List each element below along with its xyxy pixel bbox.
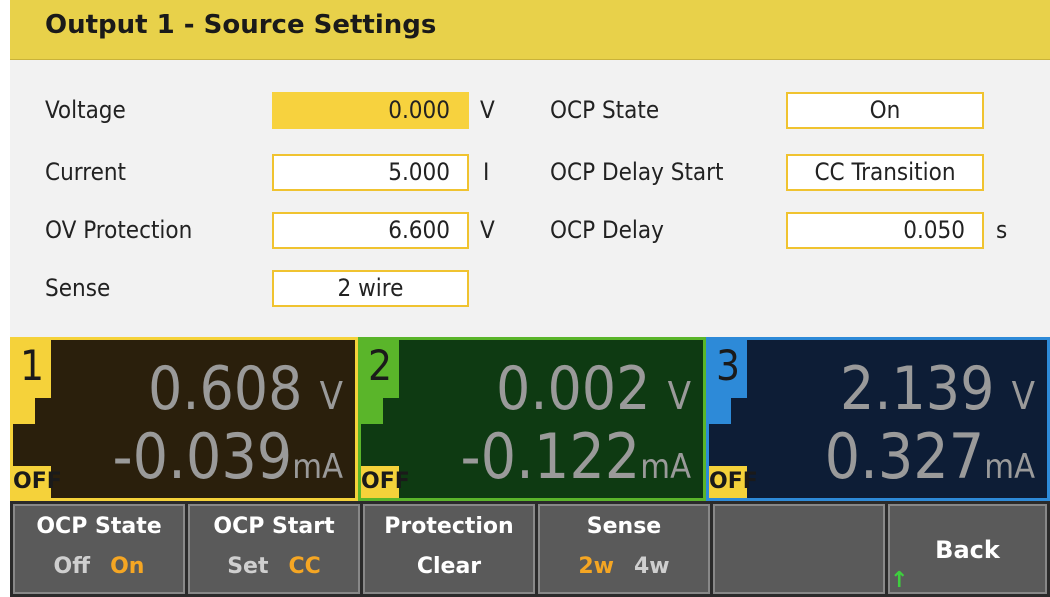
ov-protection-field[interactable]: 6.600 (272, 212, 469, 249)
channel-1-current-unit: mA (292, 447, 343, 487)
channel-3-panel[interactable]: 3 OFF 2.139 V 0.327mA (706, 337, 1050, 501)
softkey-bar: OCP State Off On OCP Start Set CC Protecti… (10, 501, 1050, 597)
ocp-delay-unit: s (996, 216, 1008, 244)
channel-2-tab (361, 398, 383, 424)
sense-field[interactable]: 2 wire (272, 270, 469, 307)
channel-1-panel[interactable]: 1 OFF 0.608 V -0.039mA (10, 337, 358, 501)
ocp-delay-start-field[interactable]: CC Transition (786, 154, 984, 191)
sense-softkey[interactable]: Sense 2w 4w (538, 504, 710, 594)
blank-softkey[interactable] (713, 504, 885, 594)
ov-protection-label: OV Protection (45, 216, 193, 244)
title-bar: Output 1 - Source Settings (10, 0, 1050, 60)
channel-2-status: OFF (361, 466, 410, 498)
ocp-start-softkey-options: Set CC (190, 554, 358, 579)
channel-2-current: -0.122mA (461, 422, 691, 502)
channel-2-voltage-value: 0.002 (495, 354, 651, 424)
channel-3-current-unit: mA (984, 447, 1035, 487)
ocp-start-softkey-label: OCP Start (213, 514, 335, 539)
channel-1-voltage-unit: V (319, 374, 343, 418)
sense-softkey-label: Sense (586, 514, 662, 539)
channel-2-panel[interactable]: 2 OFF 0.002 V -0.122mA (358, 337, 706, 501)
channel-3-voltage-unit: V (1011, 374, 1035, 418)
current-label: Current (45, 158, 126, 186)
ocp-state-softkey-options: Off On (15, 554, 183, 579)
ocp-state-softkey-label: OCP State (36, 514, 162, 539)
channel-3-voltage-value: 2.139 (839, 354, 995, 424)
protection-clear-line2: Clear (416, 554, 482, 579)
ov-protection-unit: V (480, 216, 495, 244)
ocp-delay-start-label: OCP Delay Start (550, 158, 724, 186)
ocp-state-field[interactable]: On (786, 92, 984, 129)
ocp-state-on-option: On (110, 554, 145, 579)
sense-label: Sense (45, 274, 111, 302)
settings-panel: Voltage 0.000 V Current 5.000 I OV Prote… (10, 60, 1050, 337)
ocp-delay-field[interactable]: 0.050 (786, 212, 984, 249)
channel-2-current-unit: mA (640, 447, 691, 487)
channel-3-current-value: 0.327 (824, 420, 985, 493)
channel-3-number: 3 (709, 340, 747, 398)
ocp-start-softkey[interactable]: OCP Start Set CC (188, 504, 360, 594)
ocp-start-set-option: Set (227, 554, 269, 579)
ocp-delay-label: OCP Delay (550, 216, 664, 244)
channel-3-tab (709, 398, 731, 424)
sense-2w-option: 2w (578, 554, 614, 579)
channel-1-voltage-value: 0.608 (147, 354, 303, 424)
channel-2-voltage: 0.002 V (496, 356, 691, 429)
current-unit: I (483, 158, 490, 186)
ocp-state-softkey[interactable]: OCP State Off On (13, 504, 185, 594)
channel-3-current: 0.327mA (825, 422, 1035, 502)
channel-2-number: 2 (361, 340, 399, 398)
protection-clear-line1: Protection (384, 514, 514, 539)
ocp-start-cc-option: CC (288, 554, 321, 579)
channel-3-status: OFF (709, 466, 758, 498)
current-field[interactable]: 5.000 (272, 154, 469, 191)
ocp-state-label: OCP State (550, 96, 660, 124)
channel-1-status: OFF (13, 466, 62, 498)
sense-softkey-options: 2w 4w (540, 554, 708, 579)
channel-1-current-value: -0.039 (112, 420, 293, 493)
channel-2-current-value: -0.122 (460, 420, 641, 493)
back-softkey[interactable]: Back ↑ (888, 504, 1047, 594)
channel-1-number: 1 (13, 340, 51, 398)
channel-3-voltage: 2.139 V (840, 356, 1035, 429)
voltage-label: Voltage (45, 96, 126, 124)
channel-1-tab (13, 398, 35, 424)
back-softkey-label: Back (935, 536, 1000, 564)
channel-1-voltage: 0.608 V (148, 356, 343, 429)
voltage-unit: V (480, 96, 495, 124)
protection-clear-softkey[interactable]: Protection Clear (363, 504, 535, 594)
sense-4w-option: 4w (634, 554, 670, 579)
up-arrow-icon: ↑ (890, 568, 909, 593)
page-title: Output 1 - Source Settings (45, 10, 437, 40)
channel-readouts: 1 OFF 0.608 V -0.039mA 2 OFF 0.002 V -0.… (10, 337, 1050, 501)
channel-2-voltage-unit: V (667, 374, 691, 418)
channel-1-current: -0.039mA (113, 422, 343, 502)
ocp-state-off-option: Off (53, 554, 91, 579)
voltage-field[interactable]: 0.000 (272, 92, 469, 129)
